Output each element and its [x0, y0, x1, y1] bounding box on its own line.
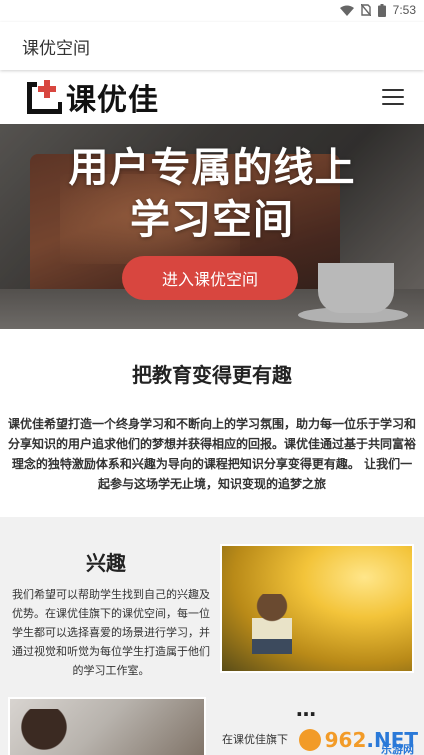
watermark-text-b: .NET: [366, 728, 418, 752]
status-icons: 7:53: [339, 3, 416, 17]
feature-interest-title: 兴趣: [86, 551, 126, 575]
site-header: 课优佳: [0, 70, 424, 124]
feature-interest-text: 我们希望可以帮助学生找到自己的兴趣及优势。在课优佳旗下的课优空间，每一位学生都可…: [12, 588, 210, 677]
feature-second-title: …: [296, 697, 316, 721]
intro-text: 课优佳希望打造一个终身学习和不断向上的学习氛围，助力每一位乐于学习和分享知识的用…: [8, 417, 417, 491]
watermark-badge-icon: [298, 729, 321, 751]
no-sim-icon: [360, 4, 371, 16]
feature-second-text: 在课优佳旗下: [222, 733, 288, 746]
child-figure: [252, 594, 292, 654]
hamburger-line: [382, 96, 404, 98]
features-section: 兴趣 我们希望可以帮助学生找到自己的兴趣及优势。在课优佳旗下的课优空间，每一位学…: [0, 517, 424, 755]
logo-text: 课优佳: [66, 83, 159, 118]
intro-section: 把教育变得更有趣 课优佳希望打造一个终身学习和不断向上的学习氛围，助力每一位乐于…: [0, 329, 424, 517]
watermark-text-a: 962: [324, 728, 367, 752]
site-logo[interactable]: 课优佳: [24, 75, 159, 119]
status-time: 7:53: [392, 3, 416, 17]
feature-second-image: [8, 697, 206, 755]
logo-mark-icon: [27, 80, 62, 114]
hero-banner: 用户专属的线上 学习空间 进入课优空间: [0, 124, 424, 329]
feature-interest-image: [220, 544, 414, 673]
hero-title-line1: 用户专属的线上: [68, 145, 356, 191]
status-bar: 7:53: [0, 0, 424, 22]
hero-title-line2: 学习空间: [130, 197, 294, 243]
wifi-icon: [339, 5, 354, 16]
hamburger-line: [382, 103, 404, 105]
hamburger-menu-button[interactable]: [382, 89, 404, 105]
watermark: 962.NET: [298, 729, 418, 751]
watermark-text: 962.NET: [325, 730, 418, 750]
intro-title: 把教育变得更有趣: [132, 363, 292, 387]
hamburger-line: [382, 89, 404, 91]
person-figure: [20, 709, 80, 755]
battery-icon: [377, 3, 386, 17]
app-title: 课优空间: [22, 38, 90, 59]
hero-title: 用户专属的线上 学习空间: [0, 142, 424, 246]
app-toolbar: 课优空间: [0, 22, 424, 70]
enter-space-button[interactable]: 进入课优空间: [122, 256, 298, 300]
